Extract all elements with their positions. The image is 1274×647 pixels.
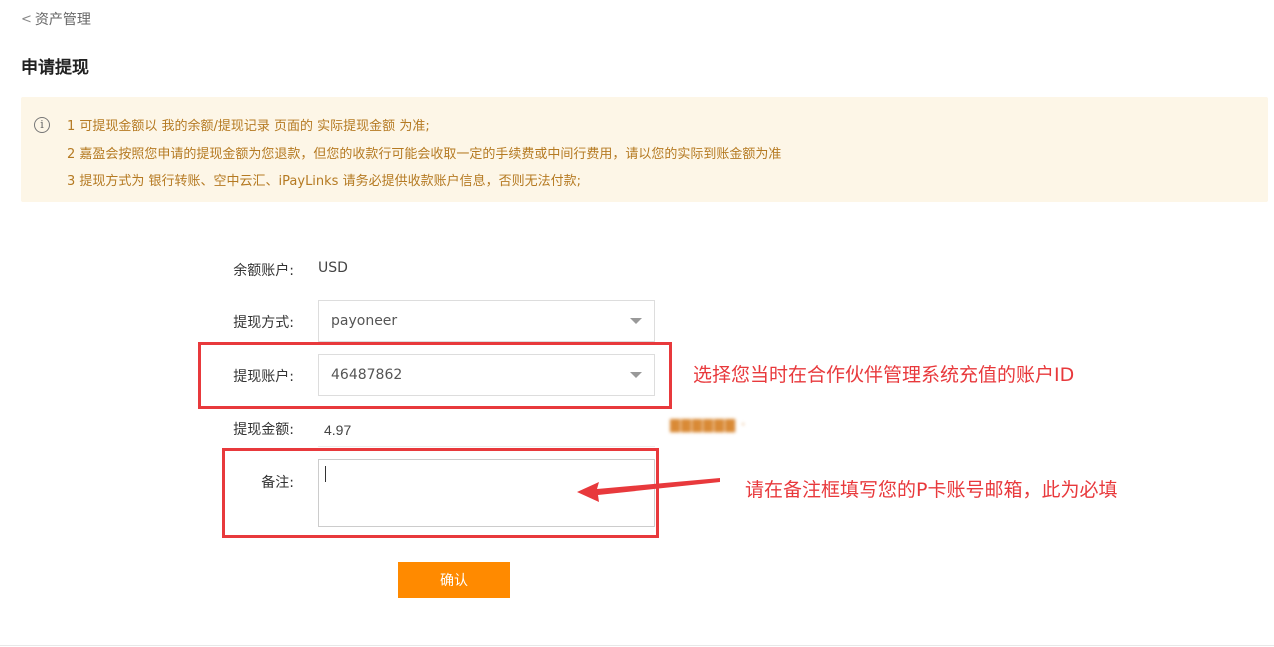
divider [0, 645, 1274, 646]
method-select[interactable]: payoneer [318, 300, 655, 342]
amount-underline [318, 446, 655, 447]
chevron-left-icon: < [21, 11, 32, 27]
arrow-left-icon [577, 478, 720, 502]
amount-input[interactable] [318, 406, 655, 448]
remark-annotation: 请在备注框填写您的P卡账号邮箱，此为必填 [745, 479, 1118, 501]
back-link[interactable]: < 资产管理 [21, 9, 91, 29]
method-label: 提现方式: [233, 315, 294, 331]
page-title: 申请提现 [21, 58, 89, 78]
notice-line-1: 1 可提现金额以 我的余额/提现记录 页面的 实际提现金额 为准; [67, 119, 430, 134]
caret-down-icon [630, 318, 642, 324]
notice-banner: i 1 可提现金额以 我的余额/提现记录 页面的 实际提现金额 为准; 2 嘉盈… [21, 97, 1268, 202]
amount-label: 提现金额: [233, 422, 294, 438]
method-select-value: payoneer [331, 313, 398, 329]
text-cursor [325, 466, 326, 482]
notice-line-3: 3 提现方式为 银行转账、空中云汇、iPayLinks 请务必提供收款账户信息，… [67, 174, 581, 189]
account-annotation: 选择您当时在合作伙伴管理系统充值的账户ID [693, 364, 1075, 386]
info-icon: i [34, 117, 50, 133]
notice-line-2: 2 嘉盈会按照您申请的提现金额为您退款，但您的收款行可能会收取一定的手续费或中间… [67, 147, 782, 162]
blurred-hint: ▇▇▇▇▇▇ · [670, 418, 747, 433]
account-label: 提现账户: [233, 369, 294, 385]
account-select[interactable]: 46487862 [318, 354, 655, 396]
confirm-button[interactable]: 确认 [398, 562, 510, 598]
back-link-label: 资产管理 [34, 12, 91, 28]
remark-label: 备注: [261, 475, 294, 491]
balance-account-label: 余额账户: [233, 263, 294, 279]
account-select-value: 46487862 [331, 367, 403, 383]
caret-down-icon [630, 372, 642, 378]
balance-account-value: USD [318, 260, 348, 276]
